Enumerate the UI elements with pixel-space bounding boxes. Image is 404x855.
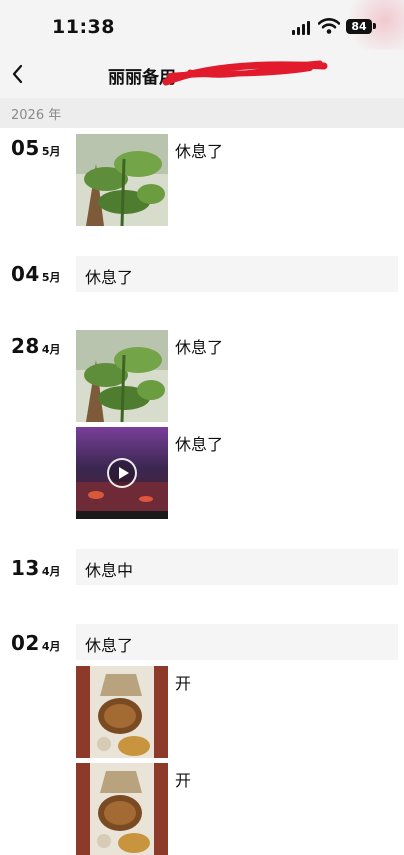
post-caption: 开 bbox=[175, 771, 192, 790]
year-label: 2026 年 bbox=[11, 108, 62, 123]
entry-date: 13 4月 bbox=[11, 556, 61, 580]
brewing-photo[interactable] bbox=[76, 666, 168, 758]
entry-date: 02 4月 bbox=[11, 631, 61, 655]
chevron-left-icon[interactable] bbox=[8, 62, 28, 86]
text-post[interactable]: 休息了 bbox=[76, 624, 398, 660]
wifi-icon bbox=[318, 18, 340, 34]
plant-photo[interactable] bbox=[76, 330, 168, 422]
post-caption: 休息了 bbox=[175, 435, 224, 454]
entry-month: 4月 bbox=[41, 565, 61, 578]
post-caption: 休息了 bbox=[175, 142, 224, 161]
entry-date: 05 5月 bbox=[11, 136, 61, 160]
year-header: 2026 年 bbox=[0, 98, 404, 128]
redaction-scribble bbox=[162, 60, 328, 86]
post-caption: 休息了 bbox=[175, 338, 224, 357]
text-post-content: 休息中 bbox=[85, 561, 134, 580]
text-post[interactable]: 休息中 bbox=[76, 549, 398, 585]
aquarium-video[interactable] bbox=[76, 427, 168, 519]
entry-day: 04 bbox=[11, 262, 40, 286]
entry-date: 04 5月 bbox=[11, 262, 61, 286]
text-post[interactable]: 休息了 bbox=[76, 256, 398, 292]
status-time: 11:38 bbox=[52, 16, 115, 38]
battery-icon: 84 bbox=[346, 19, 372, 34]
entry-day: 13 bbox=[11, 556, 40, 580]
text-post-content: 休息了 bbox=[85, 268, 134, 287]
play-icon[interactable] bbox=[107, 458, 137, 488]
post-caption: 开 bbox=[175, 674, 192, 693]
entry-month: 4月 bbox=[41, 640, 61, 653]
entry-month: 4月 bbox=[41, 343, 61, 356]
status-bar: 11:38 84 bbox=[0, 0, 404, 50]
entry-month: 5月 bbox=[41, 145, 61, 158]
entry-date: 28 4月 bbox=[11, 334, 61, 358]
entry-day: 02 bbox=[11, 631, 40, 655]
brewing-photo[interactable] bbox=[76, 763, 168, 855]
plant-photo[interactable] bbox=[76, 134, 168, 226]
text-post-content: 休息了 bbox=[85, 636, 134, 655]
entry-month: 5月 bbox=[41, 271, 61, 284]
entry-day: 28 bbox=[11, 334, 40, 358]
cellular-signal-icon bbox=[292, 21, 312, 35]
entry-day: 05 bbox=[11, 136, 40, 160]
battery-tip bbox=[373, 23, 376, 29]
